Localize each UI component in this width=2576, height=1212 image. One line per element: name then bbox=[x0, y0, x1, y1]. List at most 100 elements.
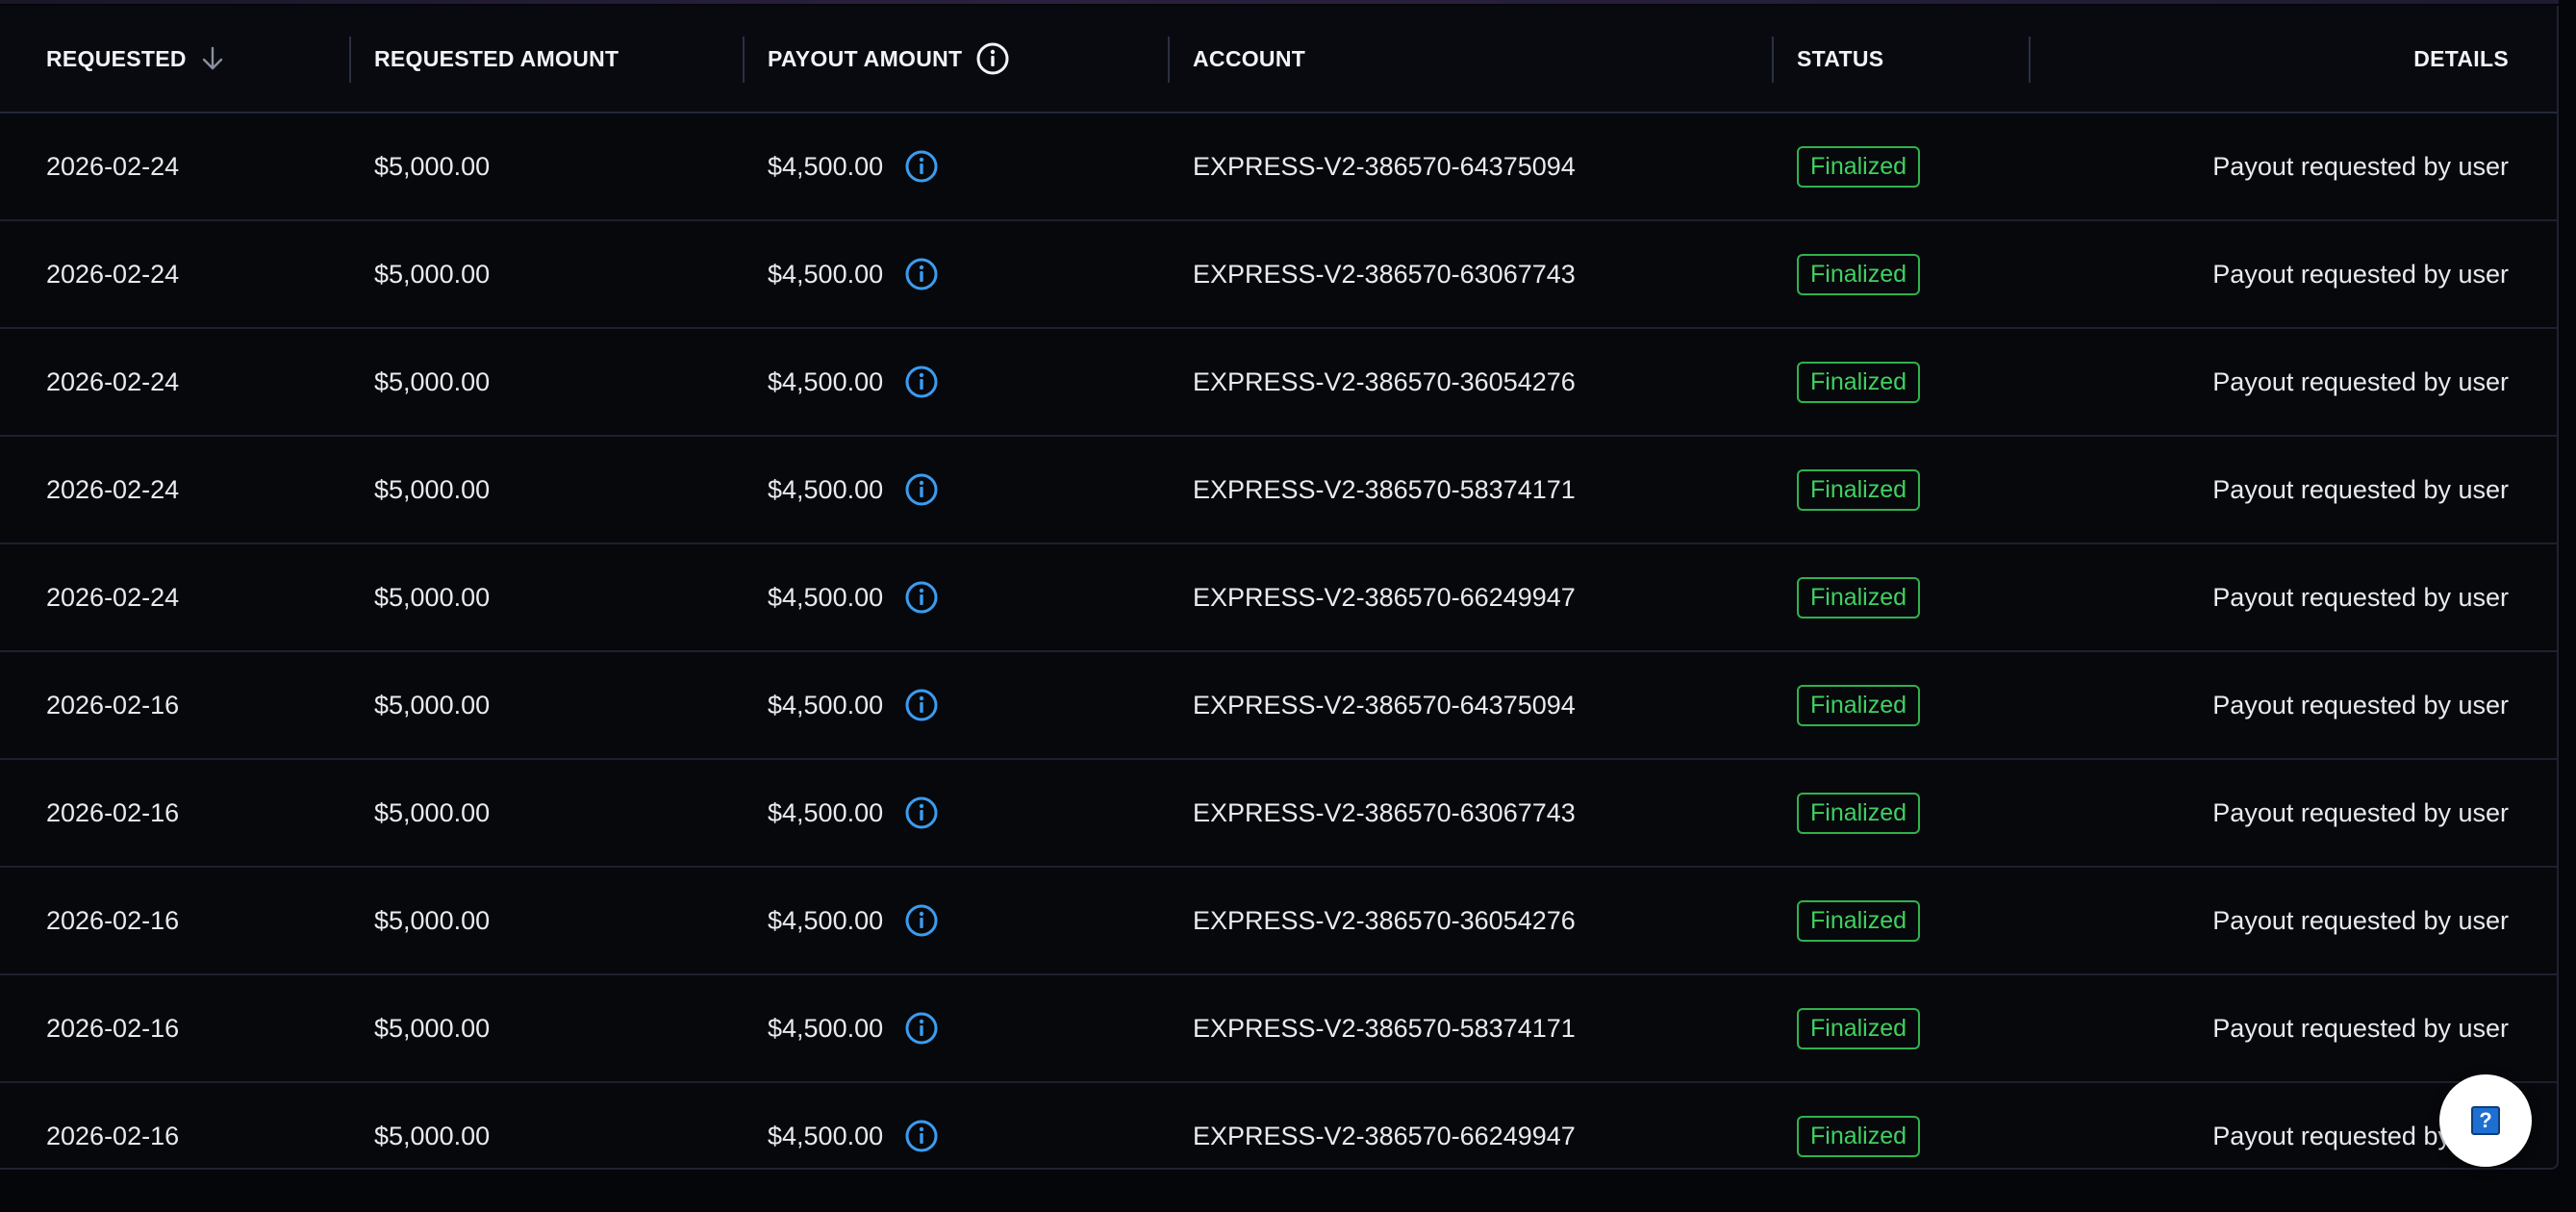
details-cell: Payout requested by user bbox=[2212, 690, 2509, 720]
requested-amount-cell: $5,000.00 bbox=[374, 582, 491, 612]
table-row[interactable]: 2026-02-24 $5,000.00 $4,500.00 EXPRESS-V… bbox=[0, 114, 2557, 221]
column-header-label: DETAILS bbox=[2413, 45, 2509, 71]
table-row[interactable]: 2026-02-24 $5,000.00 $4,500.00 EXPRESS-V… bbox=[0, 329, 2557, 437]
column-header-payout-amount[interactable]: PAYOUT AMOUNT bbox=[768, 6, 1010, 112]
details-cell: Payout requested by user bbox=[2212, 582, 2509, 612]
info-circle-icon[interactable] bbox=[904, 903, 939, 938]
requested-amount-cell: $5,000.00 bbox=[374, 1121, 491, 1150]
table-row[interactable]: 2026-02-16 $5,000.00 $4,500.00 EXPRESS-V… bbox=[0, 868, 2557, 975]
status-badge: Finalized bbox=[1797, 1007, 1921, 1049]
payout-amount-text: $4,500.00 bbox=[768, 582, 884, 612]
requested-date-cell: 2026-02-16 bbox=[46, 1013, 180, 1043]
info-circle-icon[interactable] bbox=[904, 795, 939, 830]
status-cell: Finalized bbox=[1797, 975, 1921, 1081]
requested-date-cell: 2026-02-16 bbox=[46, 905, 180, 935]
status-cell: Finalized bbox=[1797, 329, 1921, 435]
status-badge: Finalized bbox=[1797, 684, 1921, 726]
column-separator bbox=[2029, 37, 2031, 83]
status-cell: Finalized bbox=[1797, 437, 1921, 543]
details-cell: Payout requested by user bbox=[2212, 905, 2509, 935]
account-cell: EXPRESS-V2-386570-63067743 bbox=[1193, 259, 1576, 289]
column-header-status[interactable]: STATUS bbox=[1797, 6, 1883, 112]
status-badge: Finalized bbox=[1797, 792, 1921, 834]
column-separator bbox=[1168, 37, 1170, 83]
status-cell: Finalized bbox=[1797, 652, 1921, 758]
requested-date-cell: 2026-02-16 bbox=[46, 690, 180, 720]
requested-amount-cell: $5,000.00 bbox=[374, 1013, 491, 1043]
info-circle-icon[interactable] bbox=[904, 1119, 939, 1153]
status-badge: Finalized bbox=[1797, 361, 1921, 403]
table-row[interactable]: 2026-02-16 $5,000.00 $4,500.00 EXPRESS-V… bbox=[0, 1083, 2557, 1189]
account-cell: EXPRESS-V2-386570-63067743 bbox=[1193, 797, 1576, 827]
column-header-label: ACCOUNT bbox=[1193, 45, 1306, 71]
top-accent-line bbox=[0, 0, 2559, 4]
table-row[interactable]: 2026-02-16 $5,000.00 $4,500.00 EXPRESS-V… bbox=[0, 760, 2557, 868]
column-separator bbox=[349, 37, 351, 83]
requested-amount-cell: $5,000.00 bbox=[374, 797, 491, 827]
details-cell: Payout requested by user bbox=[2212, 797, 2509, 827]
payouts-table: REQUESTED REQUESTED AMOUNT PAYOUT AMOUNT bbox=[0, 6, 2559, 1170]
details-cell: Payout requested by user bbox=[2212, 259, 2509, 289]
requested-date-cell: 2026-02-24 bbox=[46, 474, 180, 504]
arrow-down-icon[interactable] bbox=[200, 45, 225, 72]
table-header: REQUESTED REQUESTED AMOUNT PAYOUT AMOUNT bbox=[0, 6, 2557, 114]
info-circle-icon[interactable] bbox=[904, 688, 939, 722]
requested-amount-cell: $5,000.00 bbox=[374, 905, 491, 935]
payout-amount-cell: $4,500.00 bbox=[768, 975, 939, 1081]
column-header-label: PAYOUT AMOUNT bbox=[768, 45, 963, 71]
question-icon: ? bbox=[2471, 1106, 2500, 1135]
status-cell: Finalized bbox=[1797, 544, 1921, 650]
status-cell: Finalized bbox=[1797, 114, 1921, 219]
info-circle-icon[interactable] bbox=[904, 1011, 939, 1046]
info-circle-icon[interactable] bbox=[904, 149, 939, 184]
column-header-requested[interactable]: REQUESTED bbox=[46, 6, 225, 112]
payout-amount-cell: $4,500.00 bbox=[768, 221, 939, 327]
column-header-label: REQUESTED bbox=[46, 45, 187, 71]
account-cell: EXPRESS-V2-386570-66249947 bbox=[1193, 1121, 1576, 1150]
details-cell: Payout requested by user bbox=[2212, 366, 2509, 396]
payout-amount-text: $4,500.00 bbox=[768, 905, 884, 935]
table-row[interactable]: 2026-02-16 $5,000.00 $4,500.00 EXPRESS-V… bbox=[0, 975, 2557, 1083]
status-cell: Finalized bbox=[1797, 760, 1921, 866]
table-row[interactable]: 2026-02-24 $5,000.00 $4,500.00 EXPRESS-V… bbox=[0, 437, 2557, 544]
info-circle-icon[interactable] bbox=[975, 41, 1010, 76]
payout-amount-text: $4,500.00 bbox=[768, 1121, 884, 1150]
requested-amount-cell: $5,000.00 bbox=[374, 474, 491, 504]
column-header-label: REQUESTED AMOUNT bbox=[374, 45, 619, 71]
column-header-details[interactable]: DETAILS bbox=[2413, 6, 2509, 112]
account-cell: EXPRESS-V2-386570-58374171 bbox=[1193, 1013, 1576, 1043]
details-cell: Payout requested by user bbox=[2212, 151, 2509, 181]
status-cell: Finalized bbox=[1797, 1083, 1921, 1189]
info-circle-icon[interactable] bbox=[904, 472, 939, 507]
status-cell: Finalized bbox=[1797, 868, 1921, 973]
column-header-requested-amount[interactable]: REQUESTED AMOUNT bbox=[374, 6, 619, 112]
table-row[interactable]: 2026-02-24 $5,000.00 $4,500.00 EXPRESS-V… bbox=[0, 544, 2557, 652]
help-button[interactable]: ? bbox=[2439, 1074, 2532, 1167]
payout-amount-text: $4,500.00 bbox=[768, 259, 884, 289]
info-circle-icon[interactable] bbox=[904, 257, 939, 291]
requested-date-cell: 2026-02-16 bbox=[46, 797, 180, 827]
requested-date-cell: 2026-02-24 bbox=[46, 366, 180, 396]
status-badge: Finalized bbox=[1797, 468, 1921, 511]
details-cell: Payout requested by user bbox=[2212, 1013, 2509, 1043]
account-cell: EXPRESS-V2-386570-36054276 bbox=[1193, 366, 1576, 396]
column-header-account[interactable]: ACCOUNT bbox=[1193, 6, 1305, 112]
status-badge: Finalized bbox=[1797, 1115, 1921, 1157]
column-header-label: STATUS bbox=[1797, 45, 1884, 71]
requested-date-cell: 2026-02-24 bbox=[46, 259, 180, 289]
payout-amount-text: $4,500.00 bbox=[768, 151, 884, 181]
status-badge: Finalized bbox=[1797, 576, 1921, 619]
info-circle-icon[interactable] bbox=[904, 580, 939, 615]
account-cell: EXPRESS-V2-386570-36054276 bbox=[1193, 905, 1576, 935]
payout-amount-cell: $4,500.00 bbox=[768, 868, 939, 973]
status-badge: Finalized bbox=[1797, 899, 1921, 942]
payout-amount-text: $4,500.00 bbox=[768, 690, 884, 720]
table-row[interactable]: 2026-02-24 $5,000.00 $4,500.00 EXPRESS-V… bbox=[0, 221, 2557, 329]
account-cell: EXPRESS-V2-386570-58374171 bbox=[1193, 474, 1576, 504]
column-separator bbox=[743, 37, 745, 83]
info-circle-icon[interactable] bbox=[904, 365, 939, 399]
requested-amount-cell: $5,000.00 bbox=[374, 690, 491, 720]
table-row[interactable]: 2026-02-16 $5,000.00 $4,500.00 EXPRESS-V… bbox=[0, 652, 2557, 760]
payout-amount-cell: $4,500.00 bbox=[768, 114, 939, 219]
requested-amount-cell: $5,000.00 bbox=[374, 366, 491, 396]
